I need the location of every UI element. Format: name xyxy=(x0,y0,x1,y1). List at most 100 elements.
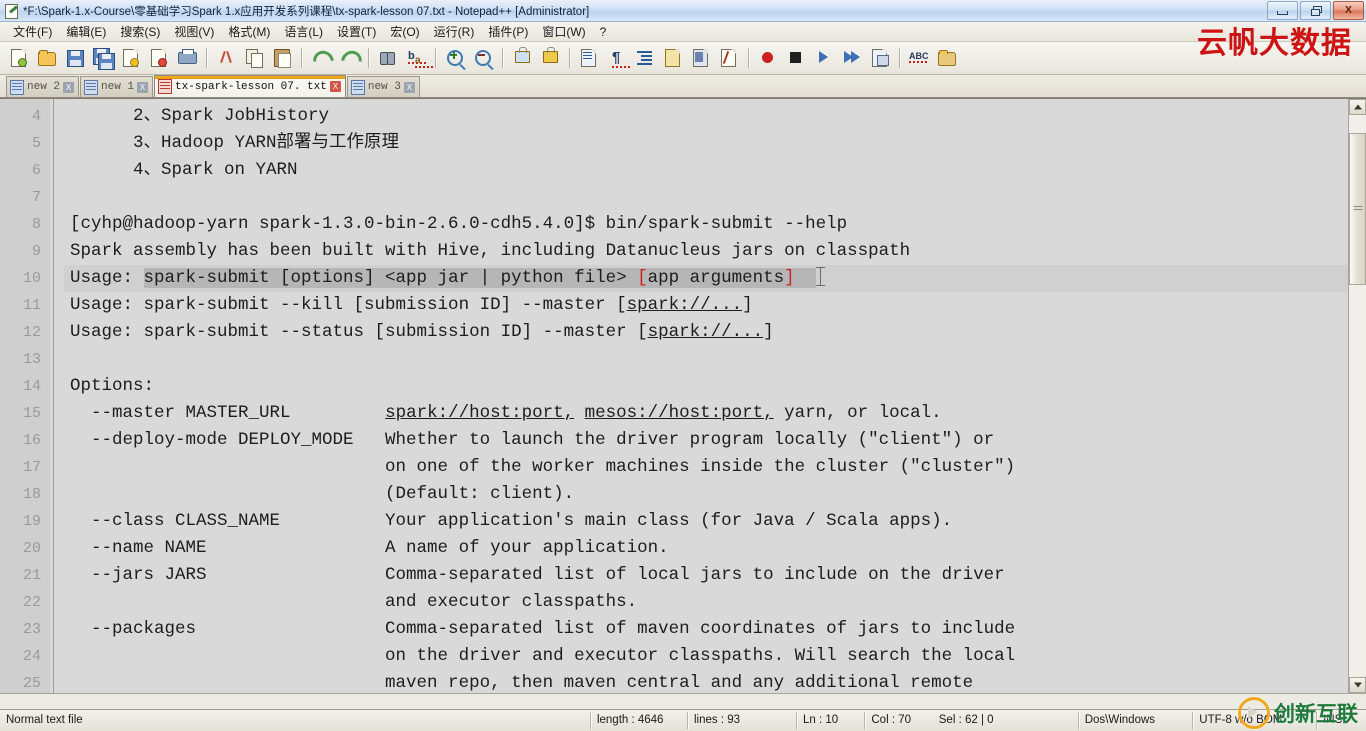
menu-window[interactable]: 窗口(W) xyxy=(535,21,592,42)
menu-plugins[interactable]: 插件(P) xyxy=(481,21,535,42)
stop-recording-icon[interactable] xyxy=(783,45,809,71)
print-icon[interactable] xyxy=(174,45,200,71)
menu-view[interactable]: 视图(V) xyxy=(167,21,221,42)
spell-check-icon[interactable]: ABC xyxy=(906,45,932,71)
indent-guide-icon[interactable] xyxy=(632,45,658,71)
code-line[interactable]: maven repo, then maven central and any a… xyxy=(64,670,1348,693)
sync-vertical-icon[interactable] xyxy=(509,45,535,71)
status-bar: Normal text file length : 4646 lines : 9… xyxy=(0,709,1366,731)
menu-file[interactable]: 文件(F) xyxy=(6,21,59,42)
url-link[interactable]: spark://host:port, xyxy=(385,403,574,423)
user-language-icon[interactable] xyxy=(660,45,686,71)
find-icon[interactable] xyxy=(375,45,401,71)
zoom-in-icon[interactable] xyxy=(442,45,468,71)
copy-icon[interactable] xyxy=(241,45,267,71)
line-number: 20 xyxy=(22,540,41,557)
menu-run[interactable]: 运行(R) xyxy=(427,21,482,42)
tab-new-1[interactable]: new 1X xyxy=(80,76,154,97)
save-icon[interactable] xyxy=(62,45,88,71)
code-line[interactable] xyxy=(64,346,1348,373)
code-line[interactable]: --master MASTER_URL spark://host:port, m… xyxy=(64,400,1348,427)
horizontal-scrollbar[interactable] xyxy=(0,693,1366,709)
code-line[interactable]: --class CLASS_NAME Your application's ma… xyxy=(64,508,1348,535)
open-file-icon[interactable] xyxy=(34,45,60,71)
redo-icon[interactable] xyxy=(336,45,366,76)
code-line[interactable]: 2、Spark JobHistory xyxy=(64,103,1348,130)
scroll-up-button[interactable] xyxy=(1349,99,1366,115)
tab-new-3[interactable]: new 3X xyxy=(346,76,420,97)
matched-bracket: [ xyxy=(637,268,648,288)
tab-close-icon[interactable]: X xyxy=(403,81,415,93)
code-line[interactable]: 3、Hadoop YARN部署与工作原理 xyxy=(64,130,1348,157)
code-text-run: --jars JARS Comma-separated list of loca… xyxy=(70,565,1005,585)
code-line[interactable]: Options: xyxy=(64,373,1348,400)
vertical-scrollbar[interactable] xyxy=(1348,99,1366,693)
code-line[interactable] xyxy=(64,184,1348,211)
tab-label: new 1 xyxy=(101,81,135,93)
code-line[interactable]: 4、Spark on YARN xyxy=(64,157,1348,184)
sync-horizontal-icon[interactable] xyxy=(537,45,563,71)
vscroll-track[interactable] xyxy=(1349,115,1366,677)
code-line[interactable]: --jars JARS Comma-separated list of loca… xyxy=(64,562,1348,589)
function-list-icon[interactable] xyxy=(716,45,742,71)
notepad-plus-plus-icon xyxy=(3,3,19,19)
restore-button[interactable] xyxy=(1300,1,1331,20)
code-line[interactable]: --name NAME A name of your application. xyxy=(64,535,1348,562)
code-line[interactable]: (Default: client). xyxy=(64,481,1348,508)
code-line[interactable]: on one of the worker machines inside the… xyxy=(64,454,1348,481)
line-number: 12 xyxy=(22,324,41,341)
url-link[interactable]: spark://... xyxy=(627,295,743,315)
line-number: 8 xyxy=(31,216,41,233)
tab-close-icon[interactable]: X xyxy=(329,81,341,92)
code-text[interactable]: 2、Spark JobHistory 3、Hadoop YARN部署与工作原理 … xyxy=(64,99,1348,693)
show-all-chars-icon[interactable]: ¶ xyxy=(604,45,632,71)
close-button[interactable]: X xyxy=(1333,1,1364,20)
new-file-icon[interactable] xyxy=(6,45,32,71)
code-line[interactable]: --deploy-mode DEPLOY_MODE Whether to lau… xyxy=(64,427,1348,454)
tab-new-2[interactable]: new 2X xyxy=(6,76,80,97)
code-line[interactable]: and executor classpaths. xyxy=(64,589,1348,616)
code-line[interactable]: on the driver and executor classpaths. W… xyxy=(64,643,1348,670)
word-wrap-icon[interactable] xyxy=(576,45,602,71)
tab-tx-spark-lesson-07[interactable]: tx-spark-lesson 07. txt X xyxy=(154,75,346,97)
menu-edit[interactable]: 编辑(E) xyxy=(59,21,113,42)
code-line[interactable]: Spark assembly has been built with Hive,… xyxy=(64,238,1348,265)
url-link[interactable]: spark://... xyxy=(648,322,764,342)
document-icon xyxy=(158,79,173,94)
menu-language[interactable]: 语言(L) xyxy=(277,21,330,42)
editor-area[interactable]: 4567891011121314151617181920212223242526… xyxy=(0,99,1348,693)
cut-icon[interactable] xyxy=(213,45,239,71)
code-line[interactable]: Usage: spark-submit [options] <app jar |… xyxy=(64,265,1348,292)
menu-settings[interactable]: 设置(T) xyxy=(330,21,383,42)
code-line[interactable]: --packages Comma-separated list of maven… xyxy=(64,616,1348,643)
zoom-out-icon[interactable] xyxy=(470,45,496,71)
tab-label: tx-spark-lesson 07. txt xyxy=(175,80,327,93)
minimize-button[interactable] xyxy=(1267,1,1298,20)
url-link[interactable]: mesos://host:port, xyxy=(585,403,774,423)
code-line[interactable]: Usage: spark-submit --kill [submission I… xyxy=(64,292,1348,319)
scroll-down-button[interactable] xyxy=(1349,677,1366,693)
vscroll-thumb[interactable] xyxy=(1349,133,1366,285)
code-line[interactable]: Usage: spark-submit --status [submission… xyxy=(64,319,1348,346)
code-text-run: --name NAME A name of your application. xyxy=(70,538,669,558)
doc-map-icon[interactable] xyxy=(688,45,714,71)
menu-search[interactable]: 搜索(S) xyxy=(113,21,167,42)
folder-as-workspace-icon[interactable] xyxy=(934,45,960,71)
paste-icon[interactable] xyxy=(269,45,295,71)
play-macro-icon[interactable] xyxy=(811,45,837,71)
run-macro-multiple-icon[interactable] xyxy=(839,45,865,71)
record-macro-icon[interactable] xyxy=(755,45,781,71)
tab-close-icon[interactable]: X xyxy=(63,81,75,93)
fold-margin[interactable] xyxy=(50,99,64,693)
close-all-icon[interactable] xyxy=(146,45,172,71)
save-macro-icon[interactable] xyxy=(867,45,893,71)
menu-help[interactable]: ? xyxy=(593,23,614,41)
code-line[interactable]: [cyhp@hadoop-yarn spark-1.3.0-bin-2.6.0-… xyxy=(64,211,1348,238)
save-all-icon[interactable] xyxy=(90,45,116,71)
replace-icon[interactable]: ba xyxy=(403,45,433,71)
menu-format[interactable]: 格式(M) xyxy=(221,21,277,42)
undo-icon[interactable] xyxy=(308,45,338,76)
tab-close-icon[interactable]: X xyxy=(137,81,149,93)
menu-macro[interactable]: 宏(O) xyxy=(383,21,426,42)
close-file-icon[interactable] xyxy=(118,45,144,71)
